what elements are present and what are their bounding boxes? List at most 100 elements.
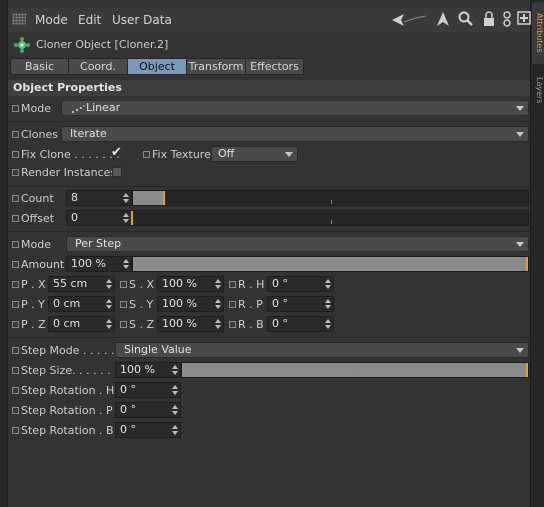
rot-b-field[interactable]: 0 ° (267, 316, 334, 332)
step-rotation-b-field[interactable]: 0 ° (115, 422, 181, 438)
step-rotation-p-animate-toggle[interactable] (12, 407, 19, 414)
scale-z-animate-toggle[interactable] (120, 321, 127, 328)
amount-slider[interactable] (132, 256, 529, 272)
clones-animate-toggle[interactable] (12, 131, 19, 138)
scale-y-animate-toggle[interactable] (120, 301, 127, 308)
step-mode-value: Single Value (124, 343, 192, 356)
step-mode-dropdown[interactable]: Single Value (115, 342, 529, 358)
offset-slider[interactable] (131, 210, 529, 226)
layers-side-tab[interactable]: Layers (532, 70, 544, 110)
spinner-arrows-icon[interactable] (215, 298, 221, 310)
step-rotation-h-field[interactable]: 0 ° (115, 382, 181, 398)
clones-dropdown[interactable]: Iterate (61, 126, 529, 142)
divider (10, 121, 530, 122)
scale-y-field[interactable]: 100 % (157, 296, 224, 312)
pos-z-animate-toggle[interactable] (12, 321, 19, 328)
pos-y-field[interactable]: 0 cm (48, 296, 115, 312)
scale-z-field[interactable]: 100 % (157, 316, 224, 332)
pointer-arrow-icon[interactable] (436, 11, 450, 27)
count-slider[interactable] (132, 190, 529, 206)
back-arrow-icon[interactable] (390, 12, 430, 28)
scale-x-field[interactable]: 100 % (157, 276, 224, 292)
spinner-arrows-icon[interactable] (172, 424, 178, 436)
step-rotation-p-field[interactable]: 0 ° (115, 402, 181, 418)
slider-handle[interactable] (526, 257, 528, 271)
tab-object[interactable]: Object (127, 58, 187, 75)
spinner-arrows-icon[interactable] (106, 278, 112, 290)
amount-animate-toggle[interactable] (12, 261, 19, 268)
rot-h-field[interactable]: 0 ° (267, 276, 334, 292)
spinner-arrows-icon[interactable] (123, 192, 129, 204)
slider-handle[interactable] (131, 211, 133, 225)
spinner-arrows-icon[interactable] (172, 364, 178, 376)
fix-texture-dropdown[interactable]: Off (211, 146, 298, 162)
scale-x-animate-toggle[interactable] (120, 281, 127, 288)
offset-animate-toggle[interactable] (12, 215, 19, 222)
amount-field[interactable]: 100 % (66, 256, 132, 272)
lock-icon[interactable] (483, 11, 495, 27)
tab-coord[interactable]: Coord. (68, 58, 128, 75)
count-animate-toggle[interactable] (12, 195, 19, 202)
count-field[interactable]: 8 (66, 190, 132, 206)
mode2-dropdown[interactable]: Per Step (66, 236, 529, 252)
spinner-arrows-icon[interactable] (106, 318, 112, 330)
step-size-animate-toggle[interactable] (12, 367, 19, 374)
step-rotation-h-animate-toggle[interactable] (12, 387, 19, 394)
spinner-arrows-icon[interactable] (123, 258, 129, 270)
step-mode-animate-toggle[interactable] (12, 347, 19, 354)
rot-h-value: 0 ° (272, 277, 288, 290)
divider (10, 231, 530, 232)
step-rotation-p-value: 0 ° (120, 403, 136, 416)
slider-handle[interactable] (526, 363, 528, 377)
menu-edit[interactable]: Edit (78, 13, 101, 27)
spinner-arrows-icon[interactable] (123, 212, 129, 224)
link-icon[interactable] (502, 11, 512, 27)
spinner-arrows-icon[interactable] (106, 298, 112, 310)
spinner-arrows-icon[interactable] (172, 384, 178, 396)
pos-z-field[interactable]: 0 cm (48, 316, 115, 332)
search-icon[interactable] (458, 11, 474, 27)
rot-b-animate-toggle[interactable] (229, 321, 236, 328)
slider-handle[interactable] (162, 191, 165, 205)
spinner-arrows-icon[interactable] (325, 298, 331, 310)
menu-user-data[interactable]: User Data (112, 13, 172, 27)
mode2-animate-toggle[interactable] (12, 241, 19, 248)
mode-dropdown[interactable]: Linear (61, 100, 529, 116)
tab-transform[interactable]: Transform (186, 58, 246, 75)
rot-h-animate-toggle[interactable] (229, 281, 236, 288)
render-instances-animate-toggle[interactable] (12, 169, 19, 176)
pos-y-animate-toggle[interactable] (12, 301, 19, 308)
render-instances-checkbox[interactable] (112, 167, 122, 177)
spinner-arrows-icon[interactable] (325, 278, 331, 290)
step-rotation-h-label: Step Rotation . H (21, 384, 115, 397)
tab-basic[interactable]: Basic (10, 58, 69, 75)
rot-p-field[interactable]: 0 ° (267, 296, 334, 312)
spinner-arrows-icon[interactable] (215, 318, 221, 330)
menu-mode[interactable]: Mode (35, 13, 68, 27)
panel-grip-icon[interactable] (12, 13, 26, 25)
scale-y-label: S . Y (129, 298, 154, 311)
fix-clone-checkbox[interactable]: ✔ (111, 145, 122, 160)
clones-label: Clones (21, 128, 58, 141)
right-tab-strip: Attributes Layers (530, 0, 544, 507)
fix-clone-animate-toggle[interactable] (12, 151, 19, 158)
offset-value: 0 (71, 211, 78, 224)
step-size-field[interactable]: 100 % (115, 362, 181, 378)
spinner-arrows-icon[interactable] (325, 318, 331, 330)
fix-texture-label: Fix Texture (152, 148, 211, 161)
fix-texture-animate-toggle[interactable] (143, 151, 150, 158)
mode-value: Linear (86, 101, 121, 114)
spinner-arrows-icon[interactable] (215, 278, 221, 290)
new-panel-icon[interactable] (517, 11, 531, 25)
step-rotation-b-animate-toggle[interactable] (12, 427, 19, 434)
scale-y-value: 100 % (162, 297, 197, 310)
offset-field[interactable]: 0 (66, 210, 132, 226)
tab-effectors[interactable]: Effectors (245, 58, 304, 75)
pos-x-animate-toggle[interactable] (12, 281, 19, 288)
step-size-slider[interactable] (181, 362, 529, 378)
mode-animate-toggle[interactable] (12, 105, 19, 112)
spinner-arrows-icon[interactable] (172, 404, 178, 416)
rot-p-animate-toggle[interactable] (229, 301, 236, 308)
attributes-side-tab[interactable]: Attributes (532, 2, 544, 64)
pos-x-field[interactable]: 55 cm (48, 276, 115, 292)
